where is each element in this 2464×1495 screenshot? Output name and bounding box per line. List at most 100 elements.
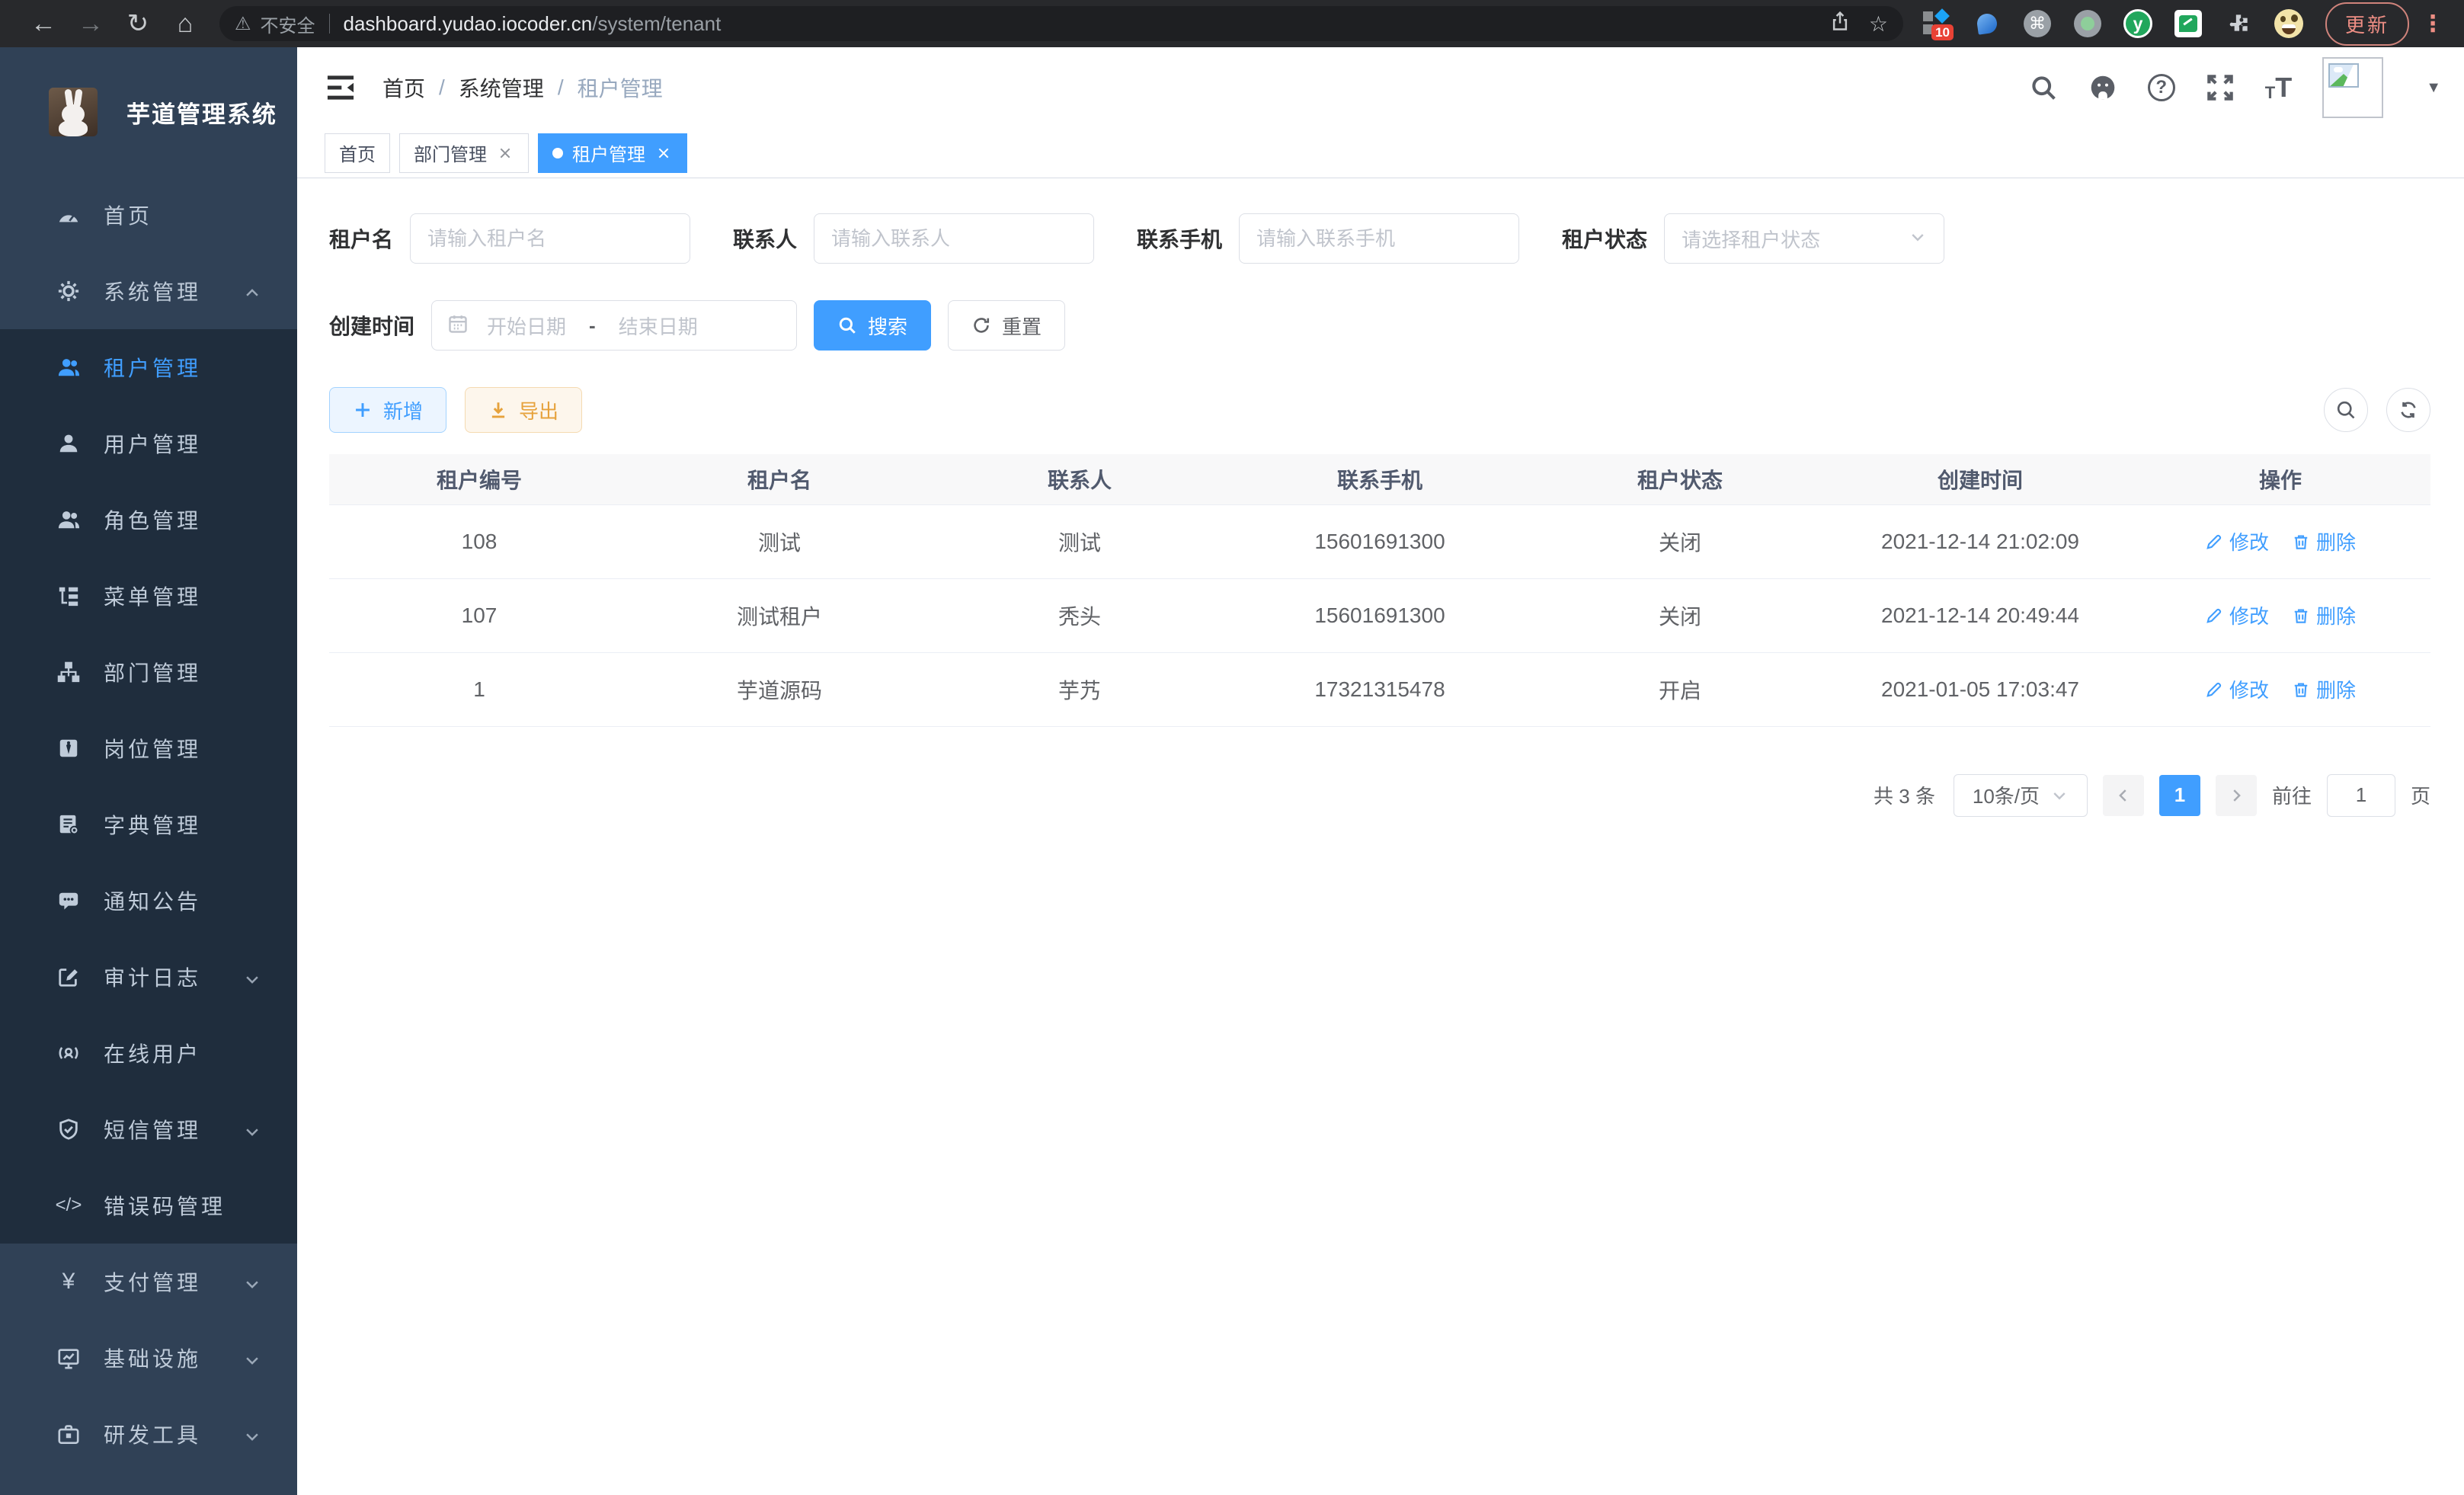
delete-link[interactable]: 删除 [2292, 675, 2356, 703]
users-icon [56, 355, 81, 379]
sidebar-item-home[interactable]: 首页 [0, 177, 297, 253]
font-small-glyph: T [2265, 85, 2275, 101]
page-number-button[interactable]: 1 [2159, 775, 2200, 816]
contact-input[interactable] [814, 213, 1094, 264]
record-icon [2074, 10, 2101, 37]
extension-badged-icon[interactable]: 10 [1920, 7, 1954, 40]
tenant-table: 租户编号 租户名 联系人 联系手机 租户状态 创建时间 操作 108 测试 测试 [329, 454, 2430, 727]
reset-button[interactable]: 重置 [948, 300, 1065, 351]
cell-mobile: 17321315478 [1230, 652, 1530, 726]
bookmark-star-icon[interactable]: ☆ [1869, 11, 1888, 37]
plus-icon [353, 400, 373, 420]
goto-page-input[interactable] [2327, 774, 2395, 817]
sidebar-item-post[interactable]: 岗位管理 [0, 710, 297, 786]
sidebar-item-user[interactable]: 用户管理 [0, 405, 297, 482]
chrome-update-button[interactable]: 更新 [2325, 2, 2409, 46]
sidebar-item-dict[interactable]: 字典管理 [0, 786, 297, 863]
header-actions: ? TT ▼ [2029, 57, 2441, 118]
sidebar-item-payment[interactable]: ¥ 支付管理 [0, 1244, 297, 1320]
app-header: 首页 / 系统管理 / 租户管理 ? TT [297, 47, 2464, 128]
mobile-input[interactable] [1239, 213, 1519, 264]
y-logo-icon: y [2123, 9, 2152, 38]
tenant-name-input[interactable] [410, 213, 690, 264]
command-icon: ⌘ [2024, 10, 2051, 37]
gear-icon [56, 279, 81, 303]
edit-link[interactable]: 修改 [2205, 527, 2269, 555]
tags-view-bar: 首页 部门管理 租户管理 [297, 128, 2464, 178]
sidebar-item-menu[interactable]: 菜单管理 [0, 558, 297, 634]
sidebar-item-audit-log[interactable]: 审计日志 [0, 939, 297, 1015]
breadcrumb-current: 租户管理 [578, 72, 663, 103]
col-created: 创建时间 [1830, 454, 2130, 504]
sidebar-item-label: 支付管理 [104, 1266, 201, 1297]
browser-forward-icon[interactable]: → [67, 9, 114, 39]
edit-pencil-icon [2205, 533, 2223, 551]
search-icon[interactable] [2029, 73, 2058, 102]
next-page-button[interactable] [2216, 775, 2257, 816]
browser-back-icon[interactable]: ← [20, 9, 67, 39]
sidebar-item-tenant[interactable]: 租户管理 [0, 329, 297, 405]
fullscreen-icon[interactable] [2206, 73, 2235, 102]
font-size-icon[interactable]: TT [2265, 74, 2292, 101]
edit-pencil-icon [2205, 607, 2223, 625]
toggle-search-button[interactable] [2324, 388, 2368, 432]
page-size-select[interactable]: 10条/页 [1954, 774, 2088, 817]
cell-contact: 秃头 [930, 578, 1230, 652]
user-avatar[interactable] [2322, 57, 2383, 118]
edit-link[interactable]: 修改 [2205, 601, 2269, 629]
tab-active-dot [552, 148, 563, 158]
export-button[interactable]: 导出 [465, 387, 582, 433]
app-logo-row[interactable]: 芋道管理系统 [0, 47, 297, 177]
reset-button-label: 重置 [1002, 312, 1042, 340]
profile-avatar[interactable] [2272, 7, 2306, 40]
edit-link[interactable]: 修改 [2205, 675, 2269, 703]
tab-tenant[interactable]: 租户管理 [538, 133, 687, 173]
extensions-puzzle-icon[interactable] [2222, 7, 2255, 40]
balloon-icon [1976, 12, 1998, 34]
browser-menu-icon[interactable]: ⋮ [2421, 11, 2444, 37]
tab-dept[interactable]: 部门管理 [399, 133, 529, 173]
breadcrumb-system[interactable]: 系统管理 [459, 72, 544, 103]
delete-link[interactable]: 删除 [2292, 527, 2356, 555]
sidebar-item-role[interactable]: 角色管理 [0, 482, 297, 558]
chevron-down-icon [244, 1349, 261, 1366]
tab-home[interactable]: 首页 [325, 133, 390, 173]
avatar-caret-down-icon[interactable]: ▼ [2426, 79, 2441, 97]
search-form-row-2: 创建时间 开始日期 - 结束日期 搜索 重置 [329, 300, 2430, 351]
status-select[interactable]: 请选择租户状态 [1664, 213, 1944, 264]
log-edit-icon [56, 965, 81, 989]
sidebar-item-notice[interactable]: 通知公告 [0, 863, 297, 939]
sidebar-item-infrastructure[interactable]: 基础设施 [0, 1320, 297, 1396]
share-icon[interactable] [1829, 11, 1851, 37]
sidebar-item-label: 在线用户 [104, 1038, 201, 1068]
extension-record-icon[interactable] [2071, 7, 2104, 40]
extension-command-icon[interactable]: ⌘ [2021, 7, 2054, 40]
mobile-label: 联系手机 [1137, 223, 1222, 254]
sidebar-item-sms[interactable]: 短信管理 [0, 1091, 297, 1167]
search-button[interactable]: 搜索 [814, 300, 931, 351]
sidebar-item-error-code[interactable]: </> 错误码管理 [0, 1167, 297, 1244]
breadcrumb-home[interactable]: 首页 [382, 72, 425, 103]
tab-close-icon[interactable] [496, 144, 514, 162]
sidebar-item-system[interactable]: 系统管理 [0, 253, 297, 329]
extension-y-icon[interactable]: y [2121, 7, 2155, 40]
extension-balloon-icon[interactable] [1970, 7, 2004, 40]
address-bar[interactable]: ⚠ 不安全 dashboard.yudao.iocoder.cn/system/… [219, 6, 1903, 41]
delete-link[interactable]: 删除 [2292, 601, 2356, 629]
browser-home-icon[interactable]: ⌂ [162, 9, 209, 39]
sidebar-collapse-icon[interactable] [325, 72, 357, 104]
tab-close-icon[interactable] [654, 144, 673, 162]
github-icon[interactable] [2088, 73, 2117, 102]
sidebar-item-online-user[interactable]: 在线用户 [0, 1015, 297, 1091]
extension-chat-icon[interactable] [2171, 7, 2205, 40]
refresh-table-button[interactable] [2386, 388, 2430, 432]
prev-page-button[interactable] [2103, 775, 2144, 816]
help-icon[interactable]: ? [2148, 74, 2175, 101]
sidebar-item-dev-tools[interactable]: 研发工具 [0, 1396, 297, 1472]
browser-reload-icon[interactable]: ↻ [114, 8, 162, 39]
date-range-picker[interactable]: 开始日期 - 结束日期 [431, 300, 797, 351]
sidebar-item-dept[interactable]: 部门管理 [0, 634, 297, 710]
delete-label: 删除 [2316, 675, 2356, 703]
add-button[interactable]: 新增 [329, 387, 446, 433]
chevron-up-icon [244, 283, 261, 299]
